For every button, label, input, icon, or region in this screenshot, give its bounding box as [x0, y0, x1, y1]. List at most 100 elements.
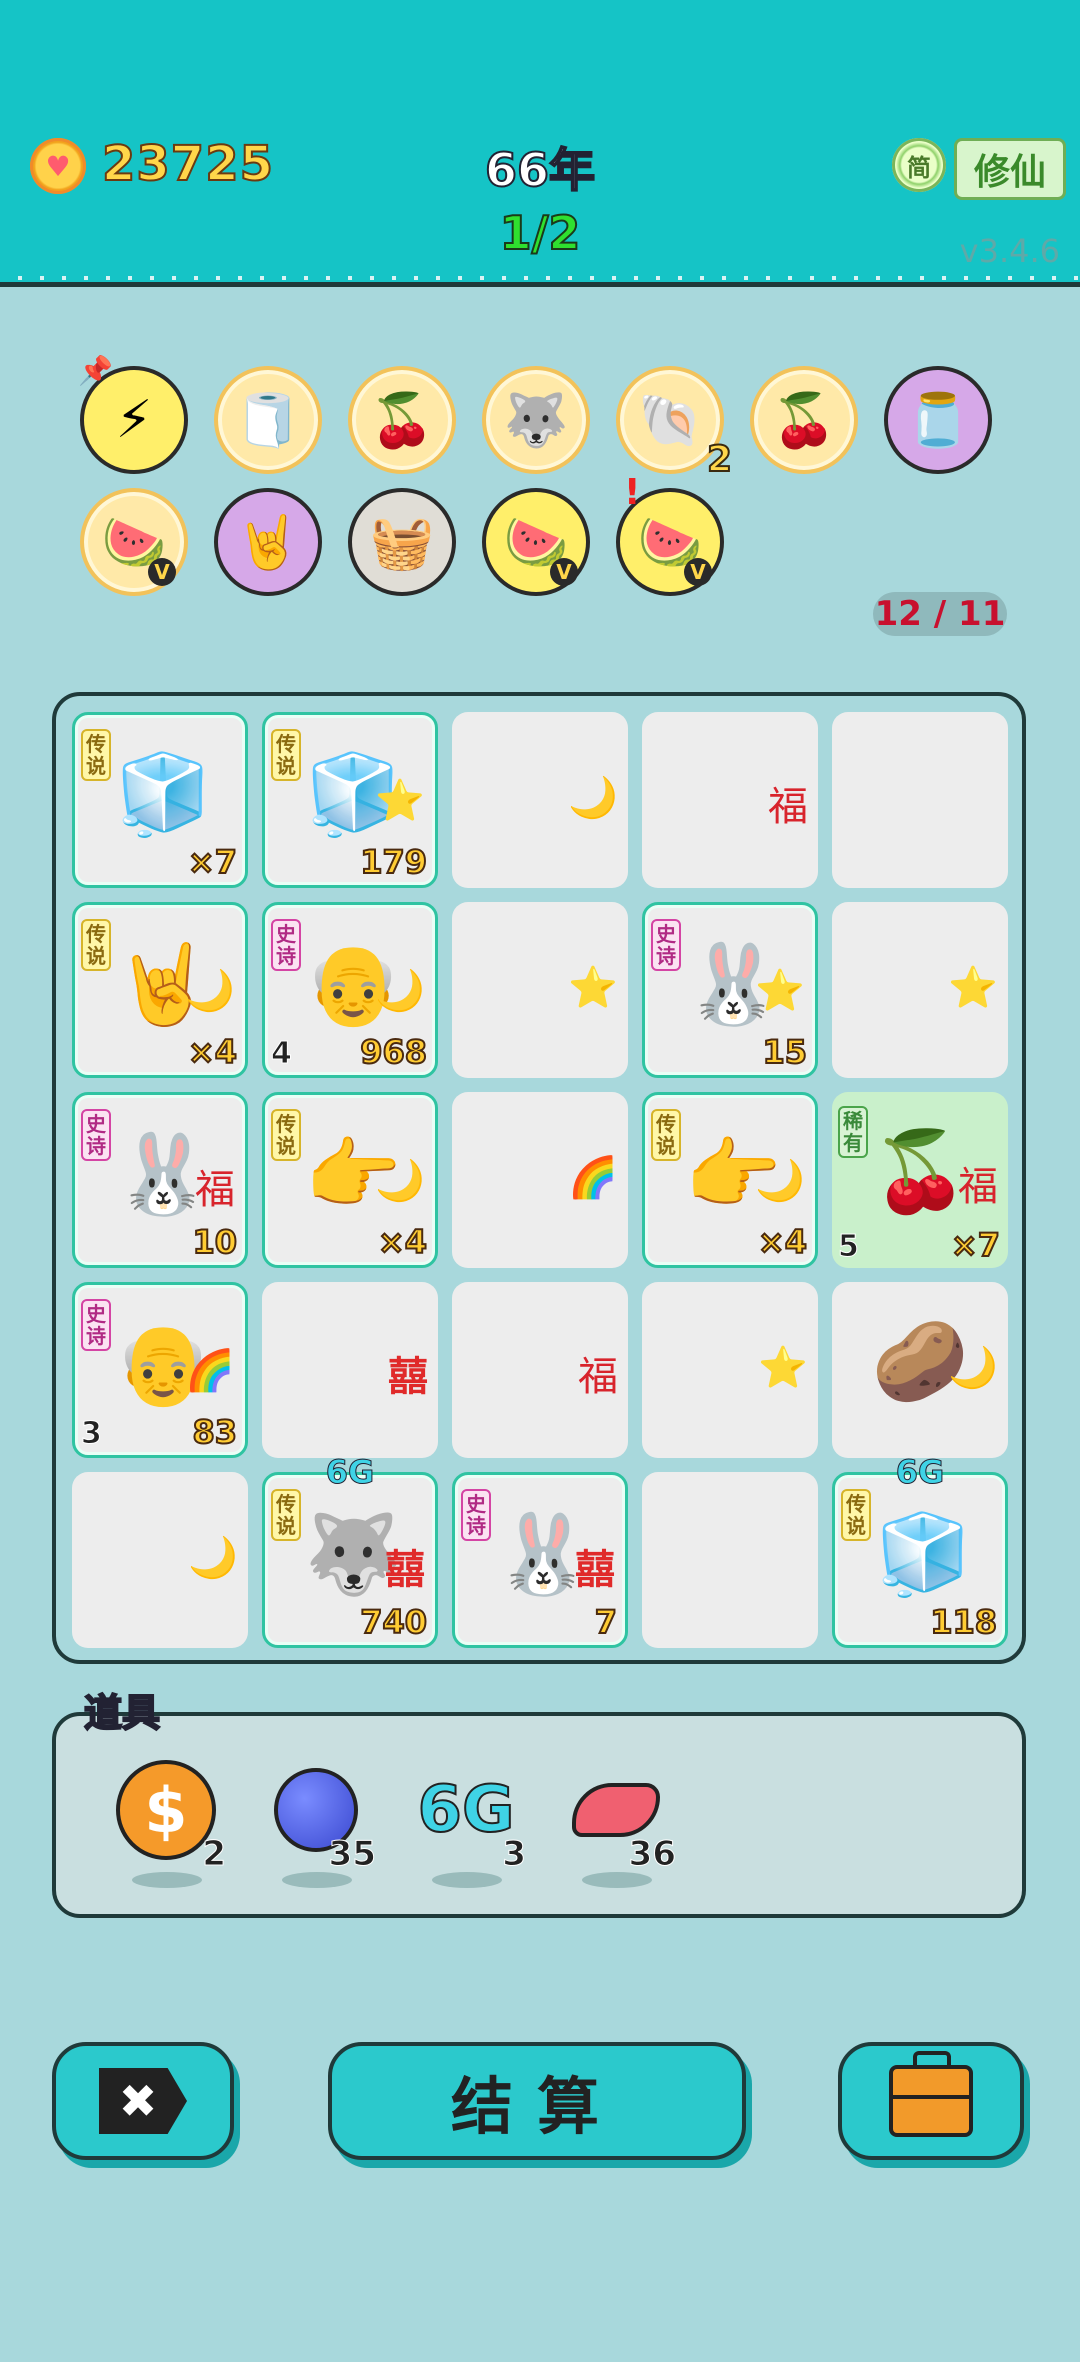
board-cell[interactable]: ⭐ — [642, 1282, 818, 1458]
board-cell[interactable]: 史诗 👴 🌙 4 968 — [262, 902, 438, 1078]
prop-count: 3 — [502, 1834, 527, 1875]
rarity-tag: 传说 — [271, 1109, 301, 1161]
cell-value: 179 — [359, 842, 428, 882]
board-cell[interactable]: 6G 传说 🧊 118 — [832, 1453, 1008, 1648]
v-badge: V — [550, 558, 578, 586]
modifier-icon: ⭐ — [755, 968, 805, 1014]
version-label: v3.4.6 — [959, 232, 1060, 270]
header-divider — [0, 276, 1080, 280]
board-cell[interactable]: 囍 — [262, 1282, 438, 1458]
prop-6g[interactable]: 6G 3 — [412, 1756, 532, 1896]
sunglasses-cherries-buff-icon[interactable]: 🍒 — [348, 366, 456, 474]
cell-value: 118 — [929, 1602, 998, 1642]
modifier-icon: 🌙 — [948, 1345, 998, 1391]
seashell-buff-icon[interactable]: 🐚 2 — [616, 366, 733, 481]
prop-count: 2 — [202, 1834, 227, 1875]
prop-liver[interactable]: 36 — [562, 1756, 682, 1896]
rarity-tag: 史诗 — [81, 1109, 111, 1161]
rarity-tag: 传说 — [841, 1489, 871, 1541]
cultivation-mode-button[interactable]: 修仙 — [954, 138, 1066, 200]
modifier-icon: 福 — [195, 1167, 235, 1213]
lightning-buff-icon[interactable]: 📌 ⚡ — [78, 354, 188, 474]
board-cell[interactable]: 传说 🤘 🌙 ×4 — [72, 902, 248, 1078]
fruit-bowl-buff-icon[interactable]: 🍉 V — [80, 488, 188, 596]
board-cell[interactable]: 传说 🧊 ×7 — [72, 712, 248, 888]
rarity-tag: 传说 — [271, 1489, 301, 1541]
shadow — [432, 1872, 502, 1888]
year-counter: 66年 — [484, 142, 596, 198]
modifier-icon: 福 — [578, 1354, 618, 1400]
board-cell[interactable]: 传说 👉 🌙 ×4 — [642, 1092, 818, 1268]
board-cell[interactable]: ⭐ — [832, 902, 1008, 1078]
props-title: 道具 — [83, 1690, 161, 1736]
board-cell[interactable]: 🌙 — [72, 1472, 248, 1648]
board-cell[interactable]: 福 — [452, 1282, 628, 1458]
simplified-badge[interactable]: 简 — [892, 138, 946, 192]
board-cell[interactable]: 福 — [642, 712, 818, 888]
fruit-bowl-buff-icon[interactable]: 🍉 V — [482, 488, 590, 596]
rarity-tag: 传说 — [81, 729, 111, 781]
prop-count: 35 — [328, 1834, 376, 1875]
board-cell[interactable]: 传说 👉 🌙 ×4 — [262, 1092, 438, 1268]
husky-buff-icon[interactable]: 🐺 — [482, 366, 590, 474]
board-cell[interactable]: 稀有 🍒 福 5 ×7 — [832, 1092, 1008, 1268]
rarity-tag: 史诗 — [81, 1299, 111, 1351]
prop-count: 36 — [628, 1834, 676, 1875]
skip-button[interactable]: ✖ — [52, 2042, 234, 2160]
board-cell[interactable] — [832, 712, 1008, 888]
cell-level: 3 — [81, 1416, 103, 1452]
props-panel: $ 2 35 6G 3 36 — [52, 1712, 1026, 1918]
rarity-tag: 史诗 — [461, 1489, 491, 1541]
modifier-icon: ⭐ — [375, 778, 425, 824]
rarity-tag: 传说 — [271, 729, 301, 781]
cell-value: ×7 — [187, 842, 238, 882]
milk-jar-buff-icon[interactable]: 🫙 — [884, 366, 992, 474]
sunglasses-cherries-buff-icon[interactable]: 🍒 — [750, 366, 858, 474]
cell-value: ×4 — [187, 1032, 238, 1072]
modifier-icon: 囍 — [575, 1547, 615, 1593]
modifier-icon: 🌈 — [185, 1348, 235, 1394]
board-cell[interactable] — [642, 1472, 818, 1648]
prop-blueberry[interactable]: 35 — [262, 1756, 382, 1896]
board-cell[interactable]: ⭐ — [452, 902, 628, 1078]
modifier-icon: 福 — [768, 784, 808, 830]
tissue-box-buff-icon[interactable]: 🧻 — [214, 366, 322, 474]
v-badge: V — [148, 558, 176, 586]
cell-level: 4 — [271, 1036, 293, 1072]
cell-level: 5 — [838, 1229, 860, 1265]
modifier-icon: 🌈 — [568, 1155, 618, 1201]
6g-label: 6G — [325, 1453, 375, 1492]
shadow — [582, 1872, 652, 1888]
board-cell[interactable]: 🥔 🌙 — [832, 1282, 1008, 1458]
close-icon: ✖ — [99, 2068, 187, 2134]
modifier-icon: 🌙 — [375, 1158, 425, 1204]
board-cell[interactable]: 史诗 🐰 福 10 — [72, 1092, 248, 1268]
modifier-icon: 🌙 — [185, 968, 235, 1014]
board-cell[interactable]: 史诗 👴 🌈 3 83 — [72, 1282, 248, 1458]
inventory-button[interactable] — [838, 2042, 1024, 2160]
board-cell[interactable]: 🌈 — [452, 1092, 628, 1268]
board-cell[interactable]: 传说 🧊 ⭐ 179 — [262, 712, 438, 888]
fruit-basket-buff-icon[interactable]: 🧺 — [348, 488, 456, 596]
modifier-icon: 🌙 — [568, 775, 618, 821]
fruit-bowl-buff-icon[interactable]: ! 🍉 V — [616, 472, 724, 596]
cell-value: 83 — [191, 1412, 238, 1452]
modifier-icon: 囍 — [385, 1547, 425, 1593]
cell-value: ×4 — [757, 1222, 808, 1262]
buff-count: 2 — [706, 438, 733, 481]
modifier-icon: ⭐ — [948, 965, 998, 1011]
modifier-icon: 福 — [958, 1164, 998, 1210]
symbol-icon: 🧊 — [874, 1509, 972, 1600]
board-cell[interactable]: 🌙 — [452, 712, 628, 888]
board-cell[interactable]: 史诗 🐰 囍 7 — [452, 1472, 628, 1648]
modifier-icon: 囍 — [388, 1354, 428, 1400]
briefcase-icon — [889, 2051, 973, 2137]
symbol-icon: 🍒 — [871, 1126, 969, 1217]
prop-dollar-coin[interactable]: $ 2 — [112, 1756, 232, 1896]
modifier-icon: ⭐ — [568, 965, 618, 1011]
rock-hand-buff-icon[interactable]: 🤘 — [214, 488, 322, 596]
rarity-tag: 传说 — [651, 1109, 681, 1161]
board-cell[interactable]: 6G 传说 🐺 囍 740 — [262, 1453, 438, 1648]
settle-button[interactable]: 结算 — [328, 2042, 746, 2160]
board-cell[interactable]: 史诗 🐰 ⭐ 15 — [642, 902, 818, 1078]
